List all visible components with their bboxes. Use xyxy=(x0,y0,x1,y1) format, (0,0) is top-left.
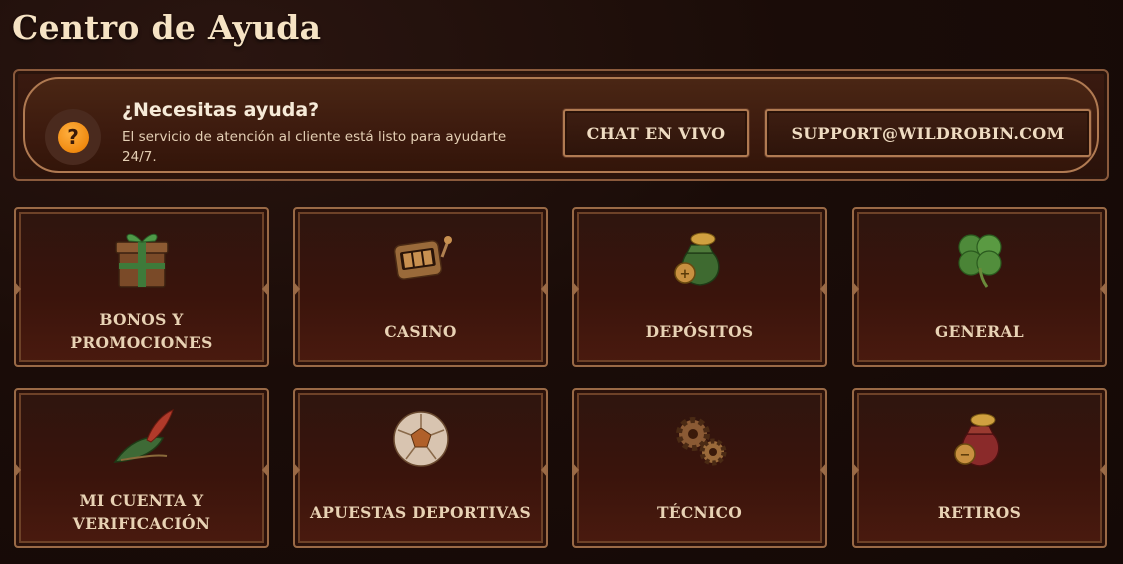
category-card-general[interactable]: GENERAL xyxy=(852,207,1107,367)
category-card-casino[interactable]: CASINO xyxy=(293,207,548,367)
category-label: MI CUENTA Y VERIFICACIÓN xyxy=(72,491,211,533)
category-label: RETIROS xyxy=(937,502,1022,522)
category-label: TÉCNICO xyxy=(656,502,743,522)
help-title: ¿Necesitas ayuda? xyxy=(122,99,320,121)
help-badge: ? xyxy=(45,109,101,165)
help-banner: ? ¿Necesitas ayuda? El servicio de atenc… xyxy=(13,69,1109,181)
category-label: BONOS Y PROMOCIONES xyxy=(70,310,213,352)
category-label: APUESTAS DEPORTIVAS xyxy=(309,502,532,522)
clover-icon xyxy=(957,234,1002,288)
question-circle-icon: ? xyxy=(57,121,89,153)
category-label: CASINO xyxy=(384,321,457,341)
page-title: Centro de Ayuda xyxy=(12,8,322,47)
gears-icon xyxy=(675,417,726,466)
category-card-depositos[interactable]: + DEPÓSITOS xyxy=(572,207,827,367)
money-bag-icon: + xyxy=(673,232,720,286)
feathered-hat-icon xyxy=(113,409,174,463)
gift-box-icon xyxy=(114,233,169,288)
help-banner-panel: ? ¿Necesitas ayuda? El servicio de atenc… xyxy=(23,77,1099,173)
help-text: El servicio de atención al cliente está … xyxy=(122,129,507,165)
football-icon xyxy=(392,411,449,467)
live-chat-button[interactable]: CHAT EN VIVO xyxy=(563,109,749,157)
category-label: DEPÓSITOS xyxy=(645,321,754,341)
svg-text:+: + xyxy=(679,267,690,282)
category-card-bonos[interactable]: BONOS Y PROMOCIONES xyxy=(14,207,269,367)
slot-machine-icon xyxy=(393,236,452,280)
category-card-retiros[interactable]: − RETIROS xyxy=(852,388,1107,548)
svg-text:−: − xyxy=(959,448,970,463)
category-card-apuestas[interactable]: APUESTAS DEPORTIVAS xyxy=(293,388,548,548)
category-card-tecnico[interactable]: TÉCNICO xyxy=(572,388,827,548)
category-card-mi-cuenta[interactable]: MI CUENTA Y VERIFICACIÓN xyxy=(14,388,269,548)
support-email-button[interactable]: SUPPORT@WILDROBIN.COM xyxy=(765,109,1091,157)
money-bag-red-icon: − xyxy=(953,413,1000,467)
category-label: GENERAL xyxy=(935,321,1024,341)
